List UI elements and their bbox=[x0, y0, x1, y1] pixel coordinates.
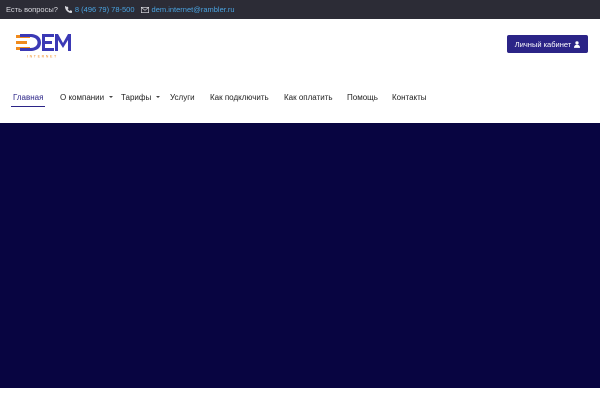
phone-contact[interactable]: 8 (496 79) 78-500 bbox=[64, 5, 135, 14]
user-icon bbox=[574, 40, 581, 48]
caret-down-icon bbox=[156, 96, 161, 98]
questions-label: Есть вопросы? bbox=[6, 5, 58, 14]
top-contact-bar: Есть вопросы? 8 (496 79) 78-500 dem.inte… bbox=[0, 0, 600, 19]
logo-subtext: INTERNET bbox=[27, 55, 58, 59]
caret-down-icon bbox=[109, 96, 114, 98]
email-link[interactable]: dem.internet@rambler.ru bbox=[152, 5, 235, 14]
nav-item-how-to-pay[interactable]: Как оплатить bbox=[284, 89, 333, 105]
nav-item-label: Контакты bbox=[392, 92, 427, 102]
phone-icon bbox=[64, 6, 72, 13]
personal-account-label: Личный кабинет bbox=[514, 39, 572, 49]
nav-item-about[interactable]: О компании bbox=[60, 89, 114, 105]
personal-account-button[interactable]: Личный кабинет bbox=[507, 35, 588, 53]
nav-item-how-to-connect[interactable]: Как подключить bbox=[210, 89, 269, 105]
nav-item-help[interactable]: Помощь bbox=[347, 89, 378, 105]
email-contact[interactable]: dem.internet@rambler.ru bbox=[140, 5, 235, 14]
nav-item-contacts[interactable]: Контакты bbox=[392, 89, 427, 105]
nav-item-label: Помощь bbox=[347, 92, 378, 102]
page-bottom-strip bbox=[0, 388, 600, 400]
nav-item-label: Как оплатить bbox=[284, 92, 333, 102]
envelope-icon bbox=[140, 6, 149, 13]
nav-item-label: О компании bbox=[60, 92, 105, 102]
nav-item-home[interactable]: Главная bbox=[10, 89, 46, 107]
hero-banner bbox=[0, 123, 600, 388]
nav-item-label: Услуги bbox=[170, 92, 195, 102]
nav-item-label: Тарифы bbox=[121, 92, 152, 102]
dem-internet-logo[interactable]: INTERNET bbox=[16, 32, 72, 60]
nav-item-services[interactable]: Услуги bbox=[170, 89, 195, 105]
nav-item-label: Как подключить bbox=[210, 92, 269, 102]
nav-item-tariffs[interactable]: Тарифы bbox=[121, 89, 161, 105]
nav-item-label: Главная bbox=[13, 92, 44, 102]
phone-link[interactable]: 8 (496 79) 78-500 bbox=[75, 5, 135, 14]
site-header: INTERNET Личный кабинет Главная О компан… bbox=[0, 19, 600, 123]
